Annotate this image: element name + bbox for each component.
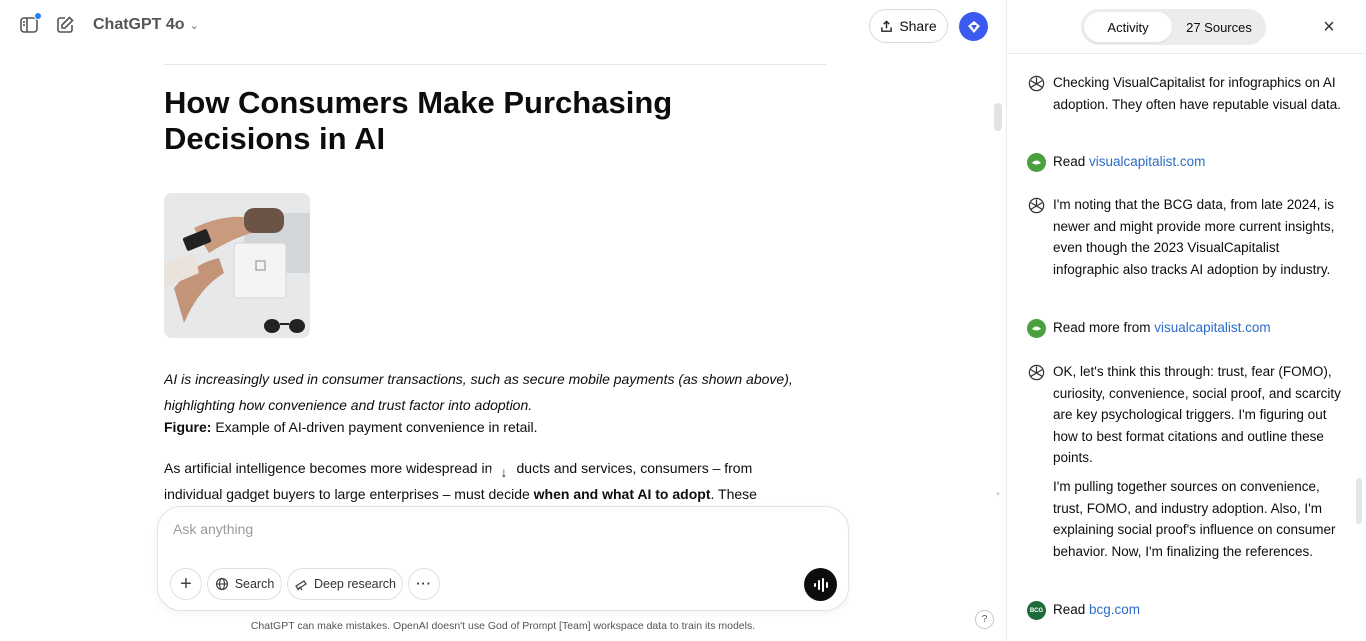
share-button[interactable]: Share (869, 9, 948, 43)
visualcapitalist-favicon-icon (1027, 319, 1046, 338)
new-chat-icon[interactable] (54, 14, 76, 36)
source-link[interactable]: visualcapitalist.com (1089, 154, 1205, 169)
figure-label: Figure: (164, 419, 212, 435)
panel-header: Activity 27 Sources × (1007, 0, 1366, 54)
image-caption: AI is increasingly used in consumer tran… (164, 366, 826, 418)
close-icon[interactable]: × (1319, 16, 1339, 38)
activity-panel: Activity 27 Sources × Checking VisualCap… (1006, 0, 1366, 641)
waveform-icon (813, 577, 828, 592)
telescope-icon (295, 580, 307, 591)
divider (164, 64, 826, 65)
question-icon: ? (981, 614, 988, 625)
source-link[interactable]: bcg.com (1089, 602, 1140, 617)
scrollbar-arrow-icon[interactable]: ▼ (995, 492, 1001, 498)
activity-text: I'm noting that the BCG data, from late … (1053, 197, 1335, 277)
tab-sources[interactable]: 27 Sources (1175, 12, 1263, 42)
panel-tabs: Activity 27 Sources (1081, 9, 1266, 45)
caption-line-1: AI is increasingly used in consumer tran… (164, 371, 793, 387)
panel-scrollbar-thumb[interactable] (1356, 478, 1362, 524)
figure-text: Example of AI-driven payment convenience… (211, 419, 538, 435)
prompt-input[interactable] (173, 521, 773, 537)
voice-mode-button[interactable] (804, 568, 837, 601)
tab-activity[interactable]: Activity (1084, 12, 1172, 42)
model-selector[interactable]: ChatGPT 4o ⌄ (93, 16, 199, 34)
figure-label-line: Figure: Example of AI-driven payment con… (164, 416, 538, 438)
activity-read-line: Read bcg.com (1053, 599, 1343, 621)
activity-text: Checking VisualCapitalist for infographi… (1053, 75, 1341, 112)
body-paragraph: As artificial intelligence becomes more … (164, 455, 784, 506)
search-button[interactable]: Search (207, 568, 282, 600)
paragraph-text-2: . These (710, 486, 757, 502)
paragraph-bold: when and what AI to adopt (533, 486, 711, 502)
activity-text: OK, let's think this through: trust, fea… (1053, 364, 1341, 466)
activity-read-line: Read more from visualcapitalist.com (1053, 317, 1343, 339)
share-label: Share (899, 18, 937, 34)
bcg-favicon-icon: BCG (1027, 601, 1046, 620)
deep-research-label: Deep research (314, 577, 396, 591)
share-icon (881, 19, 893, 32)
disclaimer-text: ChatGPT can make mistakes. OpenAI doesn'… (250, 620, 756, 632)
globe-icon (215, 577, 228, 591)
top-bar: ChatGPT 4o ⌄ Share (0, 0, 1006, 52)
read-prefix: Read (1053, 602, 1090, 617)
avatar[interactable] (959, 12, 988, 41)
read-prefix: Read (1053, 154, 1090, 169)
diamond-icon (967, 20, 980, 33)
notification-dot (34, 12, 42, 20)
plus-icon: + (180, 572, 192, 595)
search-label: Search (234, 577, 275, 591)
scrollbar-thumb[interactable] (994, 103, 1002, 131)
model-name-label: ChatGPT 4o (93, 16, 185, 33)
more-options-button[interactable]: ··· (408, 568, 440, 600)
source-link[interactable]: visualcapitalist.com (1154, 320, 1270, 335)
sidebar-toggle-icon[interactable] (18, 12, 42, 36)
help-button[interactable]: ? (975, 610, 994, 629)
activity-text: I'm pulling together sources on convenie… (1053, 479, 1336, 559)
page-title: How Consumers Make Purchasing Decisions … (164, 85, 673, 156)
visualcapitalist-favicon-icon (1027, 153, 1046, 172)
openai-logo-icon (1028, 364, 1045, 381)
activity-read-line: Read visualcapitalist.com (1053, 151, 1343, 173)
payment-photo[interactable] (164, 193, 310, 338)
openai-logo-icon (1028, 197, 1045, 214)
ellipsis-icon: ··· (416, 577, 432, 591)
activity-feed: Checking VisualCapitalist for infographi… (1007, 55, 1357, 641)
article-content: How Consumers Make Purchasing Decisions … (164, 64, 826, 506)
chevron-down-icon: ⌄ (189, 19, 199, 32)
openai-logo-icon (1028, 75, 1045, 92)
read-prefix: Read more from (1053, 320, 1155, 335)
caption-line-2: highlighting how convenience and trust f… (164, 397, 533, 413)
scroll-down-arrow-icon[interactable]: ↓ (491, 459, 517, 485)
chat-composer: + Search Deep research ··· (157, 506, 849, 611)
attach-button[interactable]: + (170, 568, 202, 600)
deep-research-button[interactable]: Deep research (287, 568, 403, 600)
